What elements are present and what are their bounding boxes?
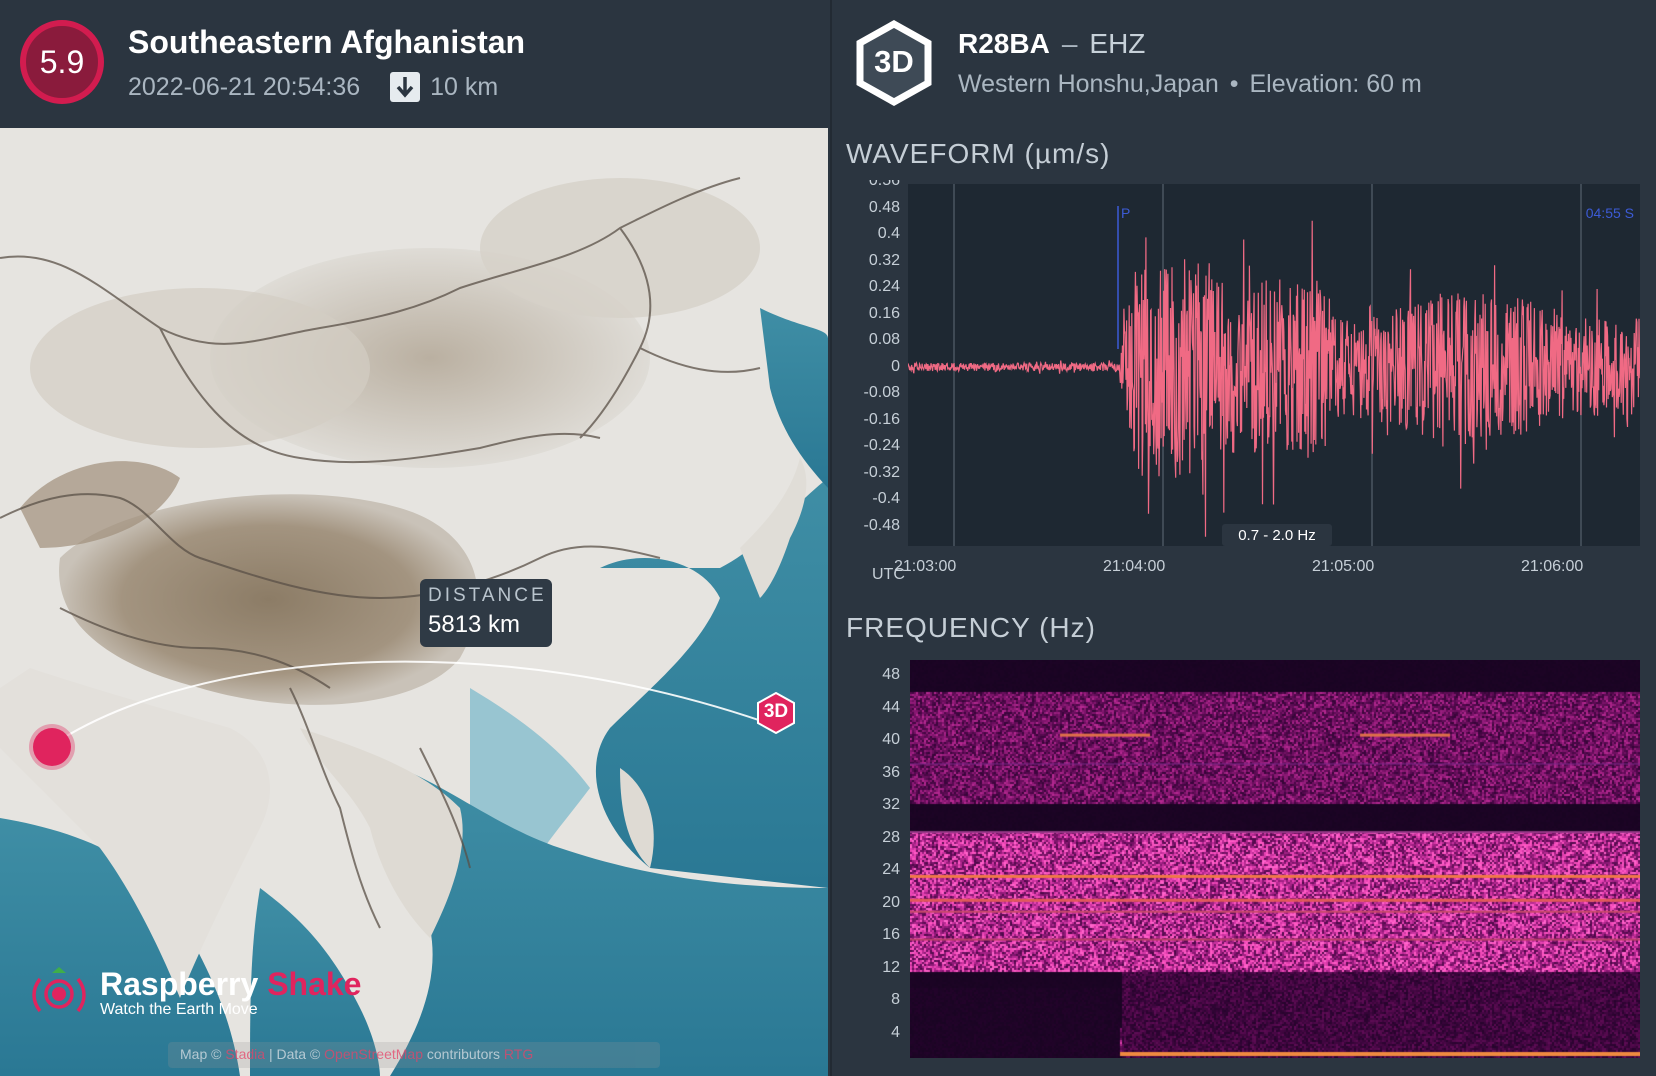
map-canvas[interactable] — [0, 128, 828, 1076]
s-wave-label: 04:55 S — [1586, 205, 1634, 221]
station-header: 3D R28BA – EHZ Western Honshu,Japan • Elev… — [832, 0, 1656, 128]
arrow-down-icon — [390, 72, 421, 102]
magnitude-badge[interactable]: 5.9 — [20, 20, 104, 104]
waveform-chart[interactable]: P 04:55 S 0.7 - 2.0 Hz — [908, 184, 1640, 546]
waveform-y-tick: 0.24 — [868, 278, 900, 295]
waveform-y-tick: 0.16 — [868, 304, 900, 322]
brand-tagline: Watch the Earth Move — [100, 1000, 258, 1018]
frequency-y-tick: 12 — [882, 958, 900, 976]
attribution-link-stadia[interactable]: Stadia — [225, 1046, 265, 1062]
waveform-y-tick: -0.48 — [863, 516, 900, 534]
waveform-y-tick: 0.4 — [877, 225, 900, 242]
event-region: Southeastern Afghanistan — [128, 24, 526, 60]
waveform-y-tick: 0.08 — [868, 331, 900, 348]
event-depth: 10 km — [430, 72, 499, 101]
station-3d-label: 3D — [874, 44, 914, 79]
waveform-y-tick: 0.48 — [868, 198, 900, 216]
frequency-title: FREQUENCY (Hz) — [846, 612, 1096, 643]
station-code: R28BA — [958, 28, 1050, 59]
frequency-y-tick: 40 — [882, 731, 900, 748]
waveform-y-tick: 0.56 — [868, 180, 900, 189]
frequency-y-tick: 4 — [891, 1023, 900, 1041]
station-marker[interactable]: 3D — [755, 691, 797, 735]
event-header: 5.9 Southeastern Afghanistan 2022-06-21 … — [0, 0, 828, 128]
frequency-y-tick: 16 — [882, 926, 900, 943]
waveform-y-tick: 0.32 — [868, 251, 900, 269]
attribution-link-extra[interactable]: RTG — [504, 1046, 533, 1062]
waveform-y-tick: -0.16 — [863, 410, 900, 428]
station-channel: EHZ — [1089, 28, 1146, 59]
waveform-y-tick: -0.4 — [872, 490, 900, 507]
station-panel: 3D R28BA – EHZ Western Honshu,Japan • Elev… — [830, 0, 1656, 1076]
brand-name: Raspberry Shake — [100, 965, 362, 1002]
map[interactable]: 3D DISTANCE 5813 km Raspberry Shake Watc… — [0, 128, 828, 1076]
distance-label: DISTANCE — [428, 585, 547, 606]
p-wave-label: P — [1121, 205, 1130, 221]
distance-value: 5813 km — [428, 611, 521, 638]
epicenter-marker[interactable] — [33, 728, 71, 766]
event-panel: 5.9 Southeastern Afghanistan 2022-06-21 … — [0, 0, 828, 1076]
frequency-y-tick: 24 — [882, 861, 900, 878]
event-meta: 2022-06-21 20:54:36 10 km — [128, 72, 498, 102]
waveform-x-tick: 21:04:00 — [1103, 558, 1166, 575]
station-marker-label: 3D — [763, 701, 789, 722]
map-attribution: Map © Stadia | Data © OpenStreetMap cont… — [168, 1042, 660, 1068]
waveform-y-tick: -0.24 — [863, 437, 900, 454]
frequency-y-tick: 44 — [882, 698, 900, 716]
filter-label: 0.7 - 2.0 Hz — [1238, 527, 1316, 544]
waveform-y-tick: 0 — [891, 357, 900, 375]
brand-logo[interactable]: Raspberry Shake Watch the Earth Move — [30, 963, 361, 1021]
frequency-y-tick: 32 — [882, 796, 900, 813]
waveform-x-tick: 21:03:00 — [894, 558, 957, 575]
station-location: Western Honshu,Japan • Elevation: 60 m — [958, 70, 1422, 98]
waveform-x-tick: 21:05:00 — [1312, 558, 1375, 575]
waveform-y-tick: -0.32 — [863, 463, 900, 481]
frequency-y-tick: 48 — [882, 666, 900, 683]
waveform-title: WAVEFORM (µm/s) — [846, 138, 1111, 169]
raspberry-shake-icon — [32, 967, 86, 1013]
station-elevation: Elevation: 60 m — [1249, 70, 1422, 98]
distance-tooltip: DISTANCE 5813 km — [420, 579, 552, 647]
frequency-y-tick: 20 — [882, 893, 900, 911]
frequency-y-tick: 36 — [882, 763, 900, 781]
frequency-y-tick: 8 — [891, 991, 900, 1008]
spectrogram[interactable] — [910, 660, 1640, 1058]
event-datetime: 2022-06-21 20:54:36 — [128, 72, 361, 101]
attribution-link-osm[interactable]: OpenStreetMap — [324, 1046, 423, 1062]
waveform-x-tick: 21:06:00 — [1521, 558, 1584, 575]
station-3d-badge[interactable]: 3D — [854, 19, 934, 111]
waveform-y-tick: -0.08 — [863, 384, 900, 401]
station-title: R28BA – EHZ — [958, 28, 1146, 59]
frequency-y-tick: 28 — [882, 828, 900, 846]
